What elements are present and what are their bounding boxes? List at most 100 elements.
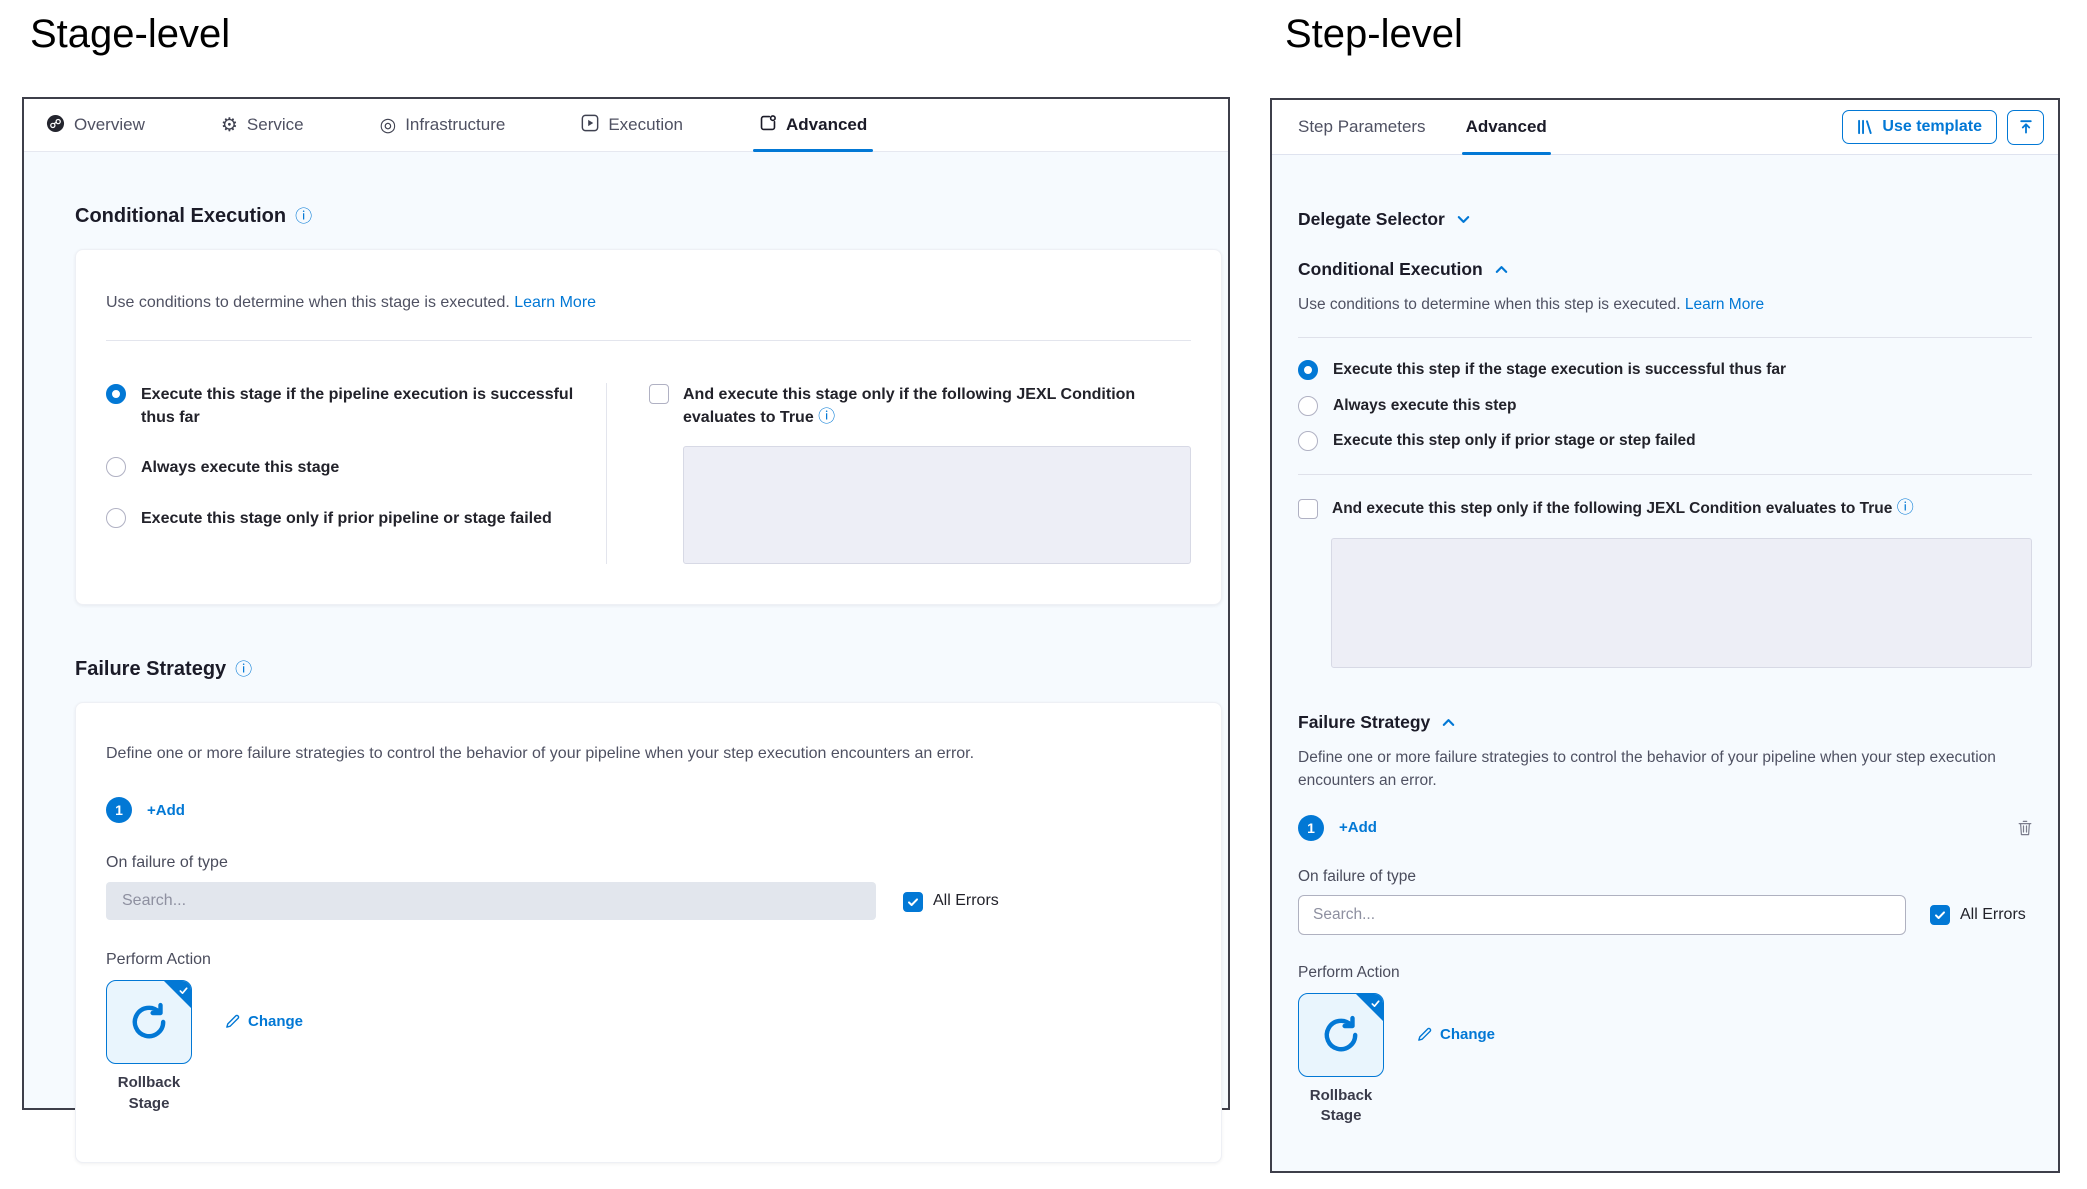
change-action-button[interactable]: Change [225, 1013, 303, 1030]
tab-infrastructure[interactable]: ◎ Infrastructure [380, 99, 506, 151]
radio-option-always[interactable]: Always execute this stage [106, 456, 576, 479]
use-template-button[interactable]: Use template [1842, 110, 1997, 144]
tab-label: Execution [608, 115, 683, 135]
learn-more-link[interactable]: Learn More [1685, 296, 1764, 313]
tab-label: Service [247, 115, 304, 135]
tab-label: Advanced [786, 115, 867, 135]
conditional-execution-header[interactable]: Conditional Execution [1298, 259, 2032, 280]
radio-label: Always execute this stage [141, 456, 339, 479]
divider [1298, 474, 2032, 475]
radio-label: Execute this step if the stage execution… [1333, 359, 1786, 381]
step-tab-bar: Step Parameters Advanced Use template [1272, 100, 2058, 155]
jexl-condition-column: And execute this stage only if the follo… [607, 383, 1191, 564]
template-library-icon [1857, 119, 1874, 135]
delete-strategy-button[interactable] [2018, 820, 2032, 836]
radio-icon[interactable] [106, 457, 126, 477]
upload-button[interactable] [2007, 110, 2044, 145]
on-failure-of-type-label: On failure of type [1298, 868, 2032, 886]
change-action-button[interactable]: Change [1417, 1026, 1495, 1043]
info-icon[interactable]: ⓘ [818, 407, 835, 426]
failure-strategy-card: Define one or more failure strategies to… [75, 702, 1222, 1163]
on-failure-of-type-label: On failure of type [106, 854, 1191, 872]
checked-checkbox-icon[interactable] [1930, 905, 1950, 925]
delegate-selector-header[interactable]: Delegate Selector [1298, 209, 2032, 230]
tab-advanced[interactable]: Advanced [1466, 100, 1547, 154]
rollback-stage-tile[interactable] [1298, 993, 1384, 1077]
stage-advanced-panel: Overview ⚙ Service ◎ Infrastructure Exec… [22, 97, 1230, 1110]
radio-icon[interactable] [106, 508, 126, 528]
strategy-badge-row: 1 +Add [1298, 815, 2032, 841]
tab-actions: Use template [1842, 110, 2044, 145]
tab-advanced[interactable]: Advanced [759, 99, 867, 151]
stage-panel-content: Conditional Execution ⓘ Use conditions t… [24, 205, 1228, 1163]
radio-options-group: Execute this step if the stage execution… [1298, 359, 2032, 452]
jexl-condition-checkbox-row[interactable]: And execute this stage only if the follo… [649, 383, 1191, 429]
step-level-title: Step-level [1285, 12, 1463, 57]
radio-option-failed[interactable]: Execute this step only if prior stage or… [1298, 430, 2032, 452]
all-errors-checkbox-row[interactable]: All Errors [1930, 904, 2026, 925]
strategy-count-badge[interactable]: 1 [1298, 815, 1324, 841]
strategy-badge-row: 1 +Add [106, 797, 1191, 823]
info-icon[interactable]: ⓘ [295, 208, 312, 225]
tab-label: Overview [74, 115, 145, 135]
conditional-execution-card: Use conditions to determine when this st… [75, 249, 1222, 605]
strategy-count-badge[interactable]: 1 [106, 797, 132, 823]
add-strategy-button[interactable]: +Add [1339, 819, 1377, 836]
radio-icon[interactable] [1298, 396, 1318, 416]
add-strategy-button[interactable]: +Add [147, 802, 185, 819]
chevron-down-icon [1456, 212, 1471, 227]
perform-action-label: Perform Action [1298, 964, 2032, 982]
tab-execution[interactable]: Execution [581, 99, 683, 151]
radio-selected-icon[interactable] [106, 384, 126, 404]
radio-label: Execute this stage only if prior pipelin… [141, 507, 552, 530]
pencil-icon [225, 1014, 240, 1029]
checkbox-icon[interactable] [1298, 499, 1318, 519]
radio-option-successful[interactable]: Execute this step if the stage execution… [1298, 359, 2032, 381]
check-icon [178, 983, 189, 1001]
step-panel-content: Delegate Selector Conditional Execution … [1272, 209, 2058, 1126]
jexl-label-text: And execute this step only if the follow… [1332, 500, 1892, 517]
perform-action-row: Rollback Stage Change [1298, 993, 2032, 1127]
failure-strategy-header[interactable]: Failure Strategy [1298, 712, 2032, 733]
selected-action-name: Rollback Stage [106, 1073, 192, 1114]
all-errors-checkbox-row[interactable]: All Errors [903, 891, 999, 912]
failure-strategy-description: Define one or more failure strategies to… [106, 745, 1191, 763]
rollback-stage-tile[interactable] [106, 980, 192, 1064]
radio-option-always[interactable]: Always execute this step [1298, 395, 2032, 417]
tab-step-parameters[interactable]: Step Parameters [1298, 100, 1426, 154]
failure-strategy-heading: Failure Strategy ⓘ [75, 658, 1204, 681]
radio-selected-icon[interactable] [1298, 360, 1318, 380]
jexl-condition-input[interactable] [1331, 538, 2032, 668]
description-text: Use conditions to determine when this st… [1298, 296, 1681, 313]
jexl-condition-input[interactable] [683, 446, 1191, 564]
jexl-condition-label: And execute this stage only if the follo… [683, 383, 1191, 429]
change-label: Change [248, 1013, 303, 1030]
heading-text: Failure Strategy [1298, 712, 1430, 733]
jexl-condition-checkbox-row[interactable]: And execute this step only if the follow… [1298, 498, 2032, 520]
heading-text: Conditional Execution [1298, 259, 1483, 280]
radio-option-successful[interactable]: Execute this stage if the pipeline execu… [106, 383, 576, 429]
change-label: Change [1440, 1026, 1495, 1043]
tab-service[interactable]: ⚙ Service [221, 99, 304, 151]
radio-icon[interactable] [1298, 431, 1318, 451]
checked-checkbox-icon[interactable] [903, 892, 923, 912]
gear-icon: ⚙ [221, 116, 238, 135]
failure-type-row: All Errors [106, 882, 1191, 920]
divider [106, 340, 1191, 341]
info-icon[interactable]: ⓘ [235, 661, 252, 678]
failure-type-search-input[interactable] [106, 882, 876, 920]
failure-strategy-description: Define one or more failure strategies to… [1298, 746, 2032, 793]
failure-type-search-input[interactable] [1298, 895, 1906, 935]
selected-action-block: Rollback Stage [1298, 993, 1384, 1127]
chevron-up-icon [1494, 262, 1509, 277]
pencil-icon [1417, 1027, 1432, 1042]
learn-more-link[interactable]: Learn More [514, 294, 596, 311]
radio-option-failed[interactable]: Execute this stage only if prior pipelin… [106, 507, 576, 530]
jexl-label-text: And execute this stage only if the follo… [683, 386, 1135, 426]
tab-overview[interactable]: Overview [46, 99, 145, 151]
infrastructure-icon: ◎ [380, 116, 397, 135]
info-icon[interactable]: ⓘ [1897, 498, 1914, 517]
conditional-execution-heading: Conditional Execution ⓘ [75, 205, 1204, 228]
upload-icon [2018, 119, 2034, 135]
checkbox-icon[interactable] [649, 384, 669, 404]
